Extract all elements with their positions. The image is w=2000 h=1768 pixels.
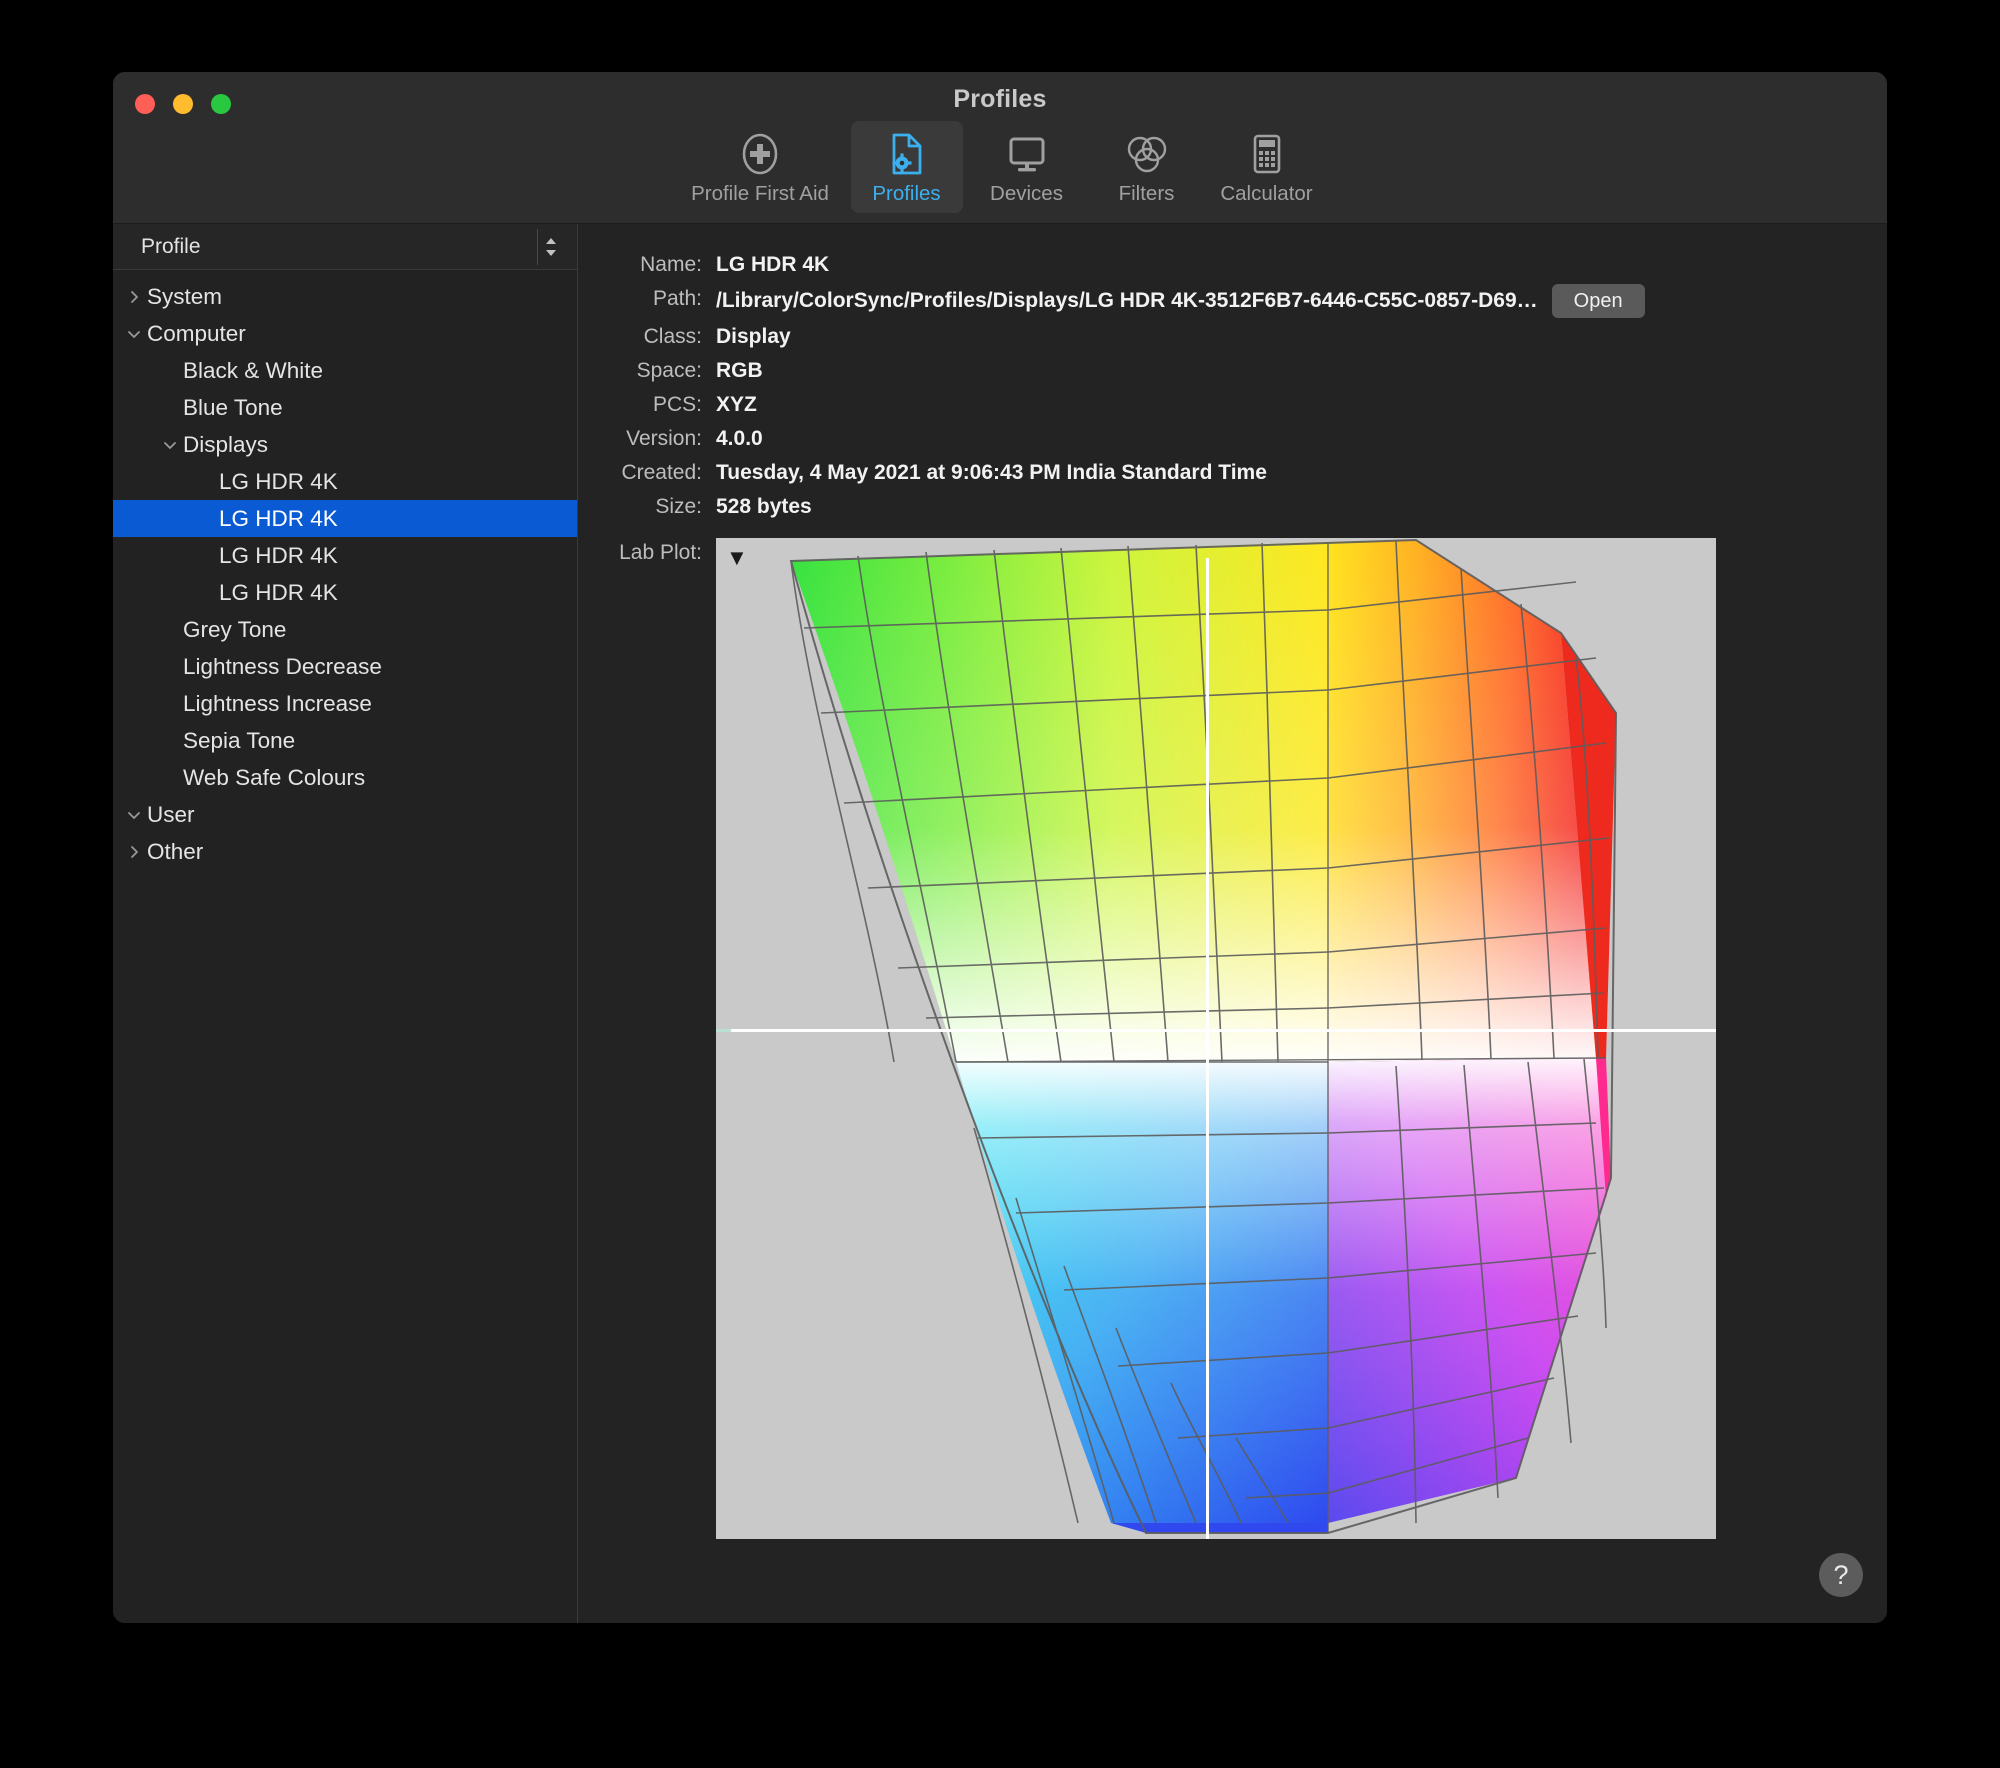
- toolbar-item-filters[interactable]: Filters: [1091, 121, 1203, 213]
- sidebar-item-label: Grey Tone: [183, 616, 287, 642]
- lab-plot-axis-vertical: [1206, 558, 1209, 1539]
- sidebar-item-lg-hdr-4k[interactable]: LG HDR 4K: [113, 463, 577, 500]
- label-lab-plot: Lab Plot:: [619, 541, 702, 564]
- sidebar-item-label: Black & White: [183, 357, 324, 383]
- sidebar-item-black-white[interactable]: Black & White: [113, 352, 577, 389]
- lab-plot-canvas[interactable]: ▼: [716, 538, 1716, 1539]
- profile-tree[interactable]: System Computer Black & White Blue Tone Disp…: [113, 270, 577, 1623]
- value-pcs: XYZ: [716, 393, 757, 416]
- label-version: Version:: [626, 427, 702, 450]
- sidebar-item-label: LG HDR 4K: [219, 468, 338, 494]
- sidebar-item-lg-hdr-4k[interactable]: LG HDR 4K: [113, 537, 577, 574]
- toolbar-label: Calculator: [1220, 182, 1313, 205]
- chevron-down-icon[interactable]: [157, 437, 183, 453]
- sidebar-item-other[interactable]: Other: [113, 833, 577, 870]
- help-button[interactable]: ?: [1819, 1553, 1863, 1597]
- value-version: 4.0.0: [716, 427, 763, 450]
- value-path-row: /Library/ColorSync/Profiles/Displays/LG …: [716, 284, 1887, 318]
- sidebar-item-label: Blue Tone: [183, 394, 283, 420]
- toolbar-item-profile-first-aid[interactable]: Profile First Aid: [678, 121, 843, 213]
- profile-metadata: Name: LG HDR 4K Path: /Library/ColorSync…: [578, 250, 1887, 522]
- chevron-down-icon[interactable]: [121, 326, 147, 342]
- sidebar-item-displays[interactable]: Displays: [113, 426, 577, 463]
- sidebar-header-title: Profile: [141, 234, 201, 258]
- sidebar-item-label: LG HDR 4K: [219, 542, 338, 568]
- venn-circles-icon: [1125, 132, 1169, 176]
- sidebar-item-lg-hdr-4k[interactable]: LG HDR 4K: [113, 500, 577, 537]
- chevron-right-icon[interactable]: [121, 844, 147, 860]
- sidebar-item-lg-hdr-4k[interactable]: LG HDR 4K: [113, 574, 577, 611]
- toolbar-item-calculator[interactable]: Calculator: [1211, 121, 1323, 213]
- sidebar-item-lightness-decrease[interactable]: Lightness Decrease: [113, 648, 577, 685]
- toolbar-item-profiles[interactable]: Profiles: [850, 121, 963, 213]
- open-button[interactable]: Open: [1551, 284, 1645, 318]
- profiles-window: Profiles Profile First Aid Profiles Devi…: [113, 72, 1887, 1623]
- sidebar-item-label: Computer: [147, 320, 246, 346]
- value-space: RGB: [716, 359, 763, 382]
- label-name: Name:: [640, 253, 702, 276]
- profile-detail-pane: Name: LG HDR 4K Path: /Library/ColorSync…: [578, 224, 1887, 1623]
- calculator-icon: [1249, 132, 1285, 176]
- sidebar-item-lightness-increase[interactable]: Lightness Increase: [113, 685, 577, 722]
- label-space: Space:: [636, 359, 702, 382]
- chevron-right-icon[interactable]: [121, 289, 147, 305]
- value-created: Tuesday, 4 May 2021 at 9:06:43 PM India …: [716, 461, 1267, 484]
- toolbar-item-devices[interactable]: Devices: [971, 121, 1083, 213]
- toolbar-label: Filters: [1118, 182, 1175, 205]
- triangle-down-icon[interactable]: ▼: [726, 547, 748, 569]
- profile-sidebar: Profile System Computer Black & White Blue …: [113, 224, 578, 1623]
- sidebar-item-label: LG HDR 4K: [219, 579, 338, 605]
- toolbar-label: Profiles: [872, 182, 941, 205]
- sidebar-item-label: Displays: [183, 431, 269, 457]
- sidebar-item-label: Web Safe Colours: [183, 764, 366, 790]
- sidebar-item-label: Lightness Increase: [183, 690, 372, 716]
- chevron-down-icon[interactable]: [121, 807, 147, 823]
- display-monitor-icon: [1005, 132, 1049, 176]
- sort-updown-icon[interactable]: [537, 229, 563, 265]
- first-aid-icon: [740, 132, 780, 176]
- lab-plot-container: ▼: [716, 538, 1716, 1539]
- sidebar-item-computer[interactable]: Computer: [113, 315, 577, 352]
- toolbar-label: Profile First Aid: [691, 182, 829, 205]
- sidebar-item-web-safe-colours[interactable]: Web Safe Colours: [113, 759, 577, 796]
- value-name: LG HDR 4K: [716, 253, 830, 276]
- label-created: Created:: [621, 461, 702, 484]
- sidebar-item-label: LG HDR 4K: [219, 505, 338, 531]
- sidebar-item-label: Sepia Tone: [183, 727, 296, 753]
- sidebar-item-user[interactable]: User: [113, 796, 577, 833]
- sidebar-item-label: Other: [147, 838, 204, 864]
- sidebar-item-sepia-tone[interactable]: Sepia Tone: [113, 722, 577, 759]
- label-size: Size:: [655, 495, 702, 518]
- label-pcs: PCS:: [652, 393, 702, 416]
- gamut-mesh: [789, 538, 1618, 1534]
- profile-document-icon: [889, 132, 925, 176]
- toolbar-label: Devices: [990, 182, 1063, 205]
- sidebar-item-system[interactable]: System: [113, 278, 577, 315]
- sidebar-header: Profile: [113, 224, 577, 270]
- sidebar-item-label: Lightness Decrease: [183, 653, 382, 679]
- sidebar-item-blue-tone[interactable]: Blue Tone: [113, 389, 577, 426]
- sidebar-item-label: System: [147, 283, 223, 309]
- window-titlebar: Profiles Profile First Aid Profiles Devi…: [113, 72, 1887, 224]
- value-path: /Library/ColorSync/Profiles/Displays/LG …: [716, 289, 1538, 312]
- value-size: 528 bytes: [716, 495, 812, 518]
- window-body: Profile System Computer Black & White Blue …: [113, 224, 1887, 1623]
- label-class: Class:: [643, 325, 702, 348]
- window-title: Profiles: [953, 85, 1047, 113]
- sidebar-item-grey-tone[interactable]: Grey Tone: [113, 611, 577, 648]
- lab-plot-row: Lab Plot: ▼: [578, 538, 1887, 1539]
- value-class: Display: [716, 325, 791, 348]
- toolbar: Profile First Aid Profiles Devices Filte…: [113, 121, 1887, 213]
- lab-plot-axis-horizontal: [731, 1029, 1716, 1033]
- sidebar-item-label: User: [147, 801, 195, 827]
- label-path: Path:: [652, 287, 702, 310]
